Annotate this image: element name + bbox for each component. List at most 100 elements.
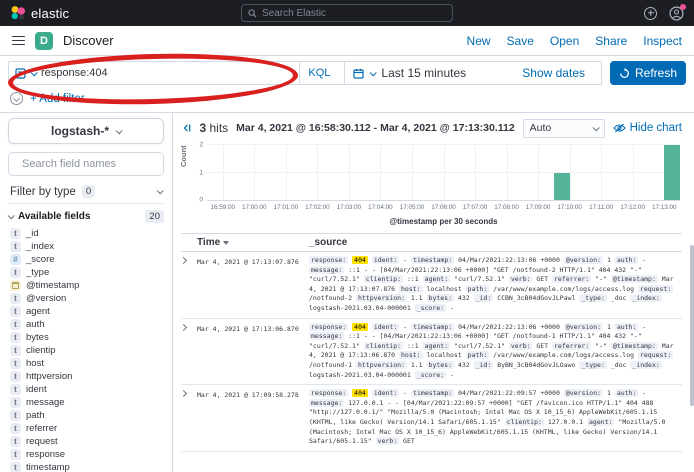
- source-field-name: agent:: [587, 418, 614, 426]
- x-tick-label: 17:13:00: [652, 204, 677, 211]
- expand-row-button[interactable]: [181, 389, 197, 447]
- app-actions: New Save Open Share Inspect: [467, 34, 682, 48]
- field-type-icon: t: [10, 462, 21, 472]
- chart-plot-area[interactable]: 012: [207, 145, 680, 201]
- sidebar: logstash-* Filter by type 0 Available fi…: [0, 113, 173, 472]
- field-name: timestamp: [26, 462, 70, 472]
- page-title: Discover: [63, 33, 114, 48]
- query-language-button[interactable]: KQL: [299, 62, 338, 84]
- open-button[interactable]: Open: [550, 34, 579, 48]
- source-field-value: "curl/7.52.1": [454, 275, 505, 283]
- sidebar-field-item[interactable]: t referrer: [8, 422, 164, 435]
- sidebar-field-item[interactable]: t auth: [8, 318, 164, 331]
- show-dates-link[interactable]: Show dates: [514, 66, 593, 80]
- source-field-name: _id:: [474, 294, 494, 302]
- sidebar-field-item[interactable]: # _score: [8, 253, 164, 266]
- source-field-value: CCBN_3cB04dGovJLPawl: [497, 294, 575, 302]
- sidebar-field-item[interactable]: t response: [8, 448, 164, 461]
- chevron-down-icon: [157, 187, 164, 194]
- source-field-value: /var/www/example.com/logs/access.log: [493, 285, 634, 293]
- index-pattern-select[interactable]: logstash-*: [8, 118, 164, 144]
- scrollbar-thumb[interactable]: [690, 245, 694, 406]
- sidebar-field-item[interactable]: t timestamp: [8, 461, 164, 472]
- sidebar-field-item[interactable]: t request: [8, 435, 164, 448]
- row-source-cell: response: 404 ident: - timestamp: 04/Mar…: [309, 256, 682, 314]
- histogram-chart[interactable]: Count 012 16:59:0017:00:0017:01:0017:02:…: [181, 143, 682, 231]
- sidebar-field-item[interactable]: t httpversion: [8, 370, 164, 383]
- inspect-button[interactable]: Inspect: [643, 34, 682, 48]
- chevron-down-icon[interactable]: [370, 69, 377, 76]
- menu-icon[interactable]: [12, 36, 25, 46]
- source-field-value: -: [403, 256, 407, 264]
- sidebar-field-item[interactable]: t @version: [8, 292, 164, 305]
- table-row[interactable]: Mar 4, 2021 @ 17:09:58.278 response: 404…: [181, 385, 682, 452]
- user-avatar[interactable]: [669, 6, 684, 21]
- x-tick-label: 17:08:00: [494, 204, 519, 211]
- row-source-cell: response: 404 ident: - timestamp: 04/Mar…: [309, 389, 682, 447]
- global-search-input[interactable]: [262, 8, 446, 19]
- chart-gridline: [475, 145, 476, 200]
- sidebar-field-item[interactable]: t host: [8, 357, 164, 370]
- highlighted-value: 404: [352, 256, 368, 264]
- y-tick-label: 0: [199, 197, 203, 204]
- interval-select[interactable]: Auto: [523, 119, 605, 138]
- global-search-box[interactable]: [241, 4, 453, 22]
- filter-by-type[interactable]: Filter by type 0: [8, 184, 164, 204]
- sidebar-field-item[interactable]: t agent: [8, 305, 164, 318]
- refresh-button[interactable]: Refresh: [610, 61, 686, 85]
- expand-row-button[interactable]: [181, 256, 197, 314]
- query-menu-icon[interactable]: [15, 68, 26, 79]
- new-button[interactable]: New: [467, 34, 491, 48]
- source-field-value: "curl/7.52.1": [454, 342, 505, 350]
- source-field-value: 1.1: [411, 361, 423, 369]
- calendar-icon[interactable]: [353, 68, 364, 79]
- sidebar-field-item[interactable]: t bytes: [8, 331, 164, 344]
- source-field-name: response:: [309, 389, 348, 397]
- time-range-value[interactable]: Last 15 minutes: [381, 66, 466, 80]
- source-field-value: GET: [536, 342, 548, 350]
- time-column-header[interactable]: Time: [197, 237, 309, 248]
- collapse-sidebar-icon[interactable]: [181, 122, 191, 134]
- space-badge[interactable]: D: [35, 32, 53, 50]
- source-field-name: _index:: [630, 361, 661, 369]
- source-field-value: 1: [607, 256, 611, 264]
- source-field-name: request:: [638, 285, 673, 293]
- field-type-icon: t: [10, 228, 21, 239]
- table-row[interactable]: Mar 4, 2021 @ 17:13:07.876 response: 404…: [181, 252, 682, 319]
- sidebar-field-item[interactable]: t _id: [8, 227, 164, 240]
- table-row[interactable]: Mar 4, 2021 @ 17:13:06.870 response: 404…: [181, 319, 682, 386]
- sidebar-field-item[interactable]: t ident: [8, 383, 164, 396]
- field-name: @version: [26, 293, 66, 304]
- source-field-value: ByBN_3cB04dGovJLOawo: [497, 361, 575, 369]
- source-field-value: logstash-2021.03.04-000001: [309, 371, 411, 379]
- field-search-box[interactable]: [8, 152, 164, 176]
- saved-query-icon[interactable]: [10, 92, 23, 105]
- field-list: t _id t _index # _score t _type @timesta…: [8, 227, 164, 472]
- source-field-name: timestamp:: [411, 256, 454, 264]
- hide-chart-button[interactable]: Hide chart: [613, 122, 682, 134]
- sidebar-field-item[interactable]: t message: [8, 396, 164, 409]
- global-header: elastic: [0, 0, 694, 26]
- sidebar-field-item[interactable]: t _index: [8, 240, 164, 253]
- scrollbar: [689, 113, 694, 472]
- elastic-logo[interactable]: elastic: [10, 5, 69, 21]
- sidebar-field-item[interactable]: t clientip: [8, 344, 164, 357]
- share-button[interactable]: Share: [595, 34, 627, 48]
- add-filter-button[interactable]: + Add filter: [30, 93, 85, 105]
- query-input[interactable]: [41, 67, 294, 79]
- expand-row-button[interactable]: [181, 323, 197, 381]
- help-icon[interactable]: [644, 7, 657, 20]
- sidebar-field-item[interactable]: t _type: [8, 266, 164, 279]
- available-fields-header[interactable]: Available fields 20: [8, 208, 164, 224]
- sidebar-field-item[interactable]: t path: [8, 409, 164, 422]
- source-field-name: referrer:: [552, 342, 591, 350]
- x-tick-label: 17:09:00: [526, 204, 551, 211]
- refresh-label: Refresh: [635, 66, 677, 80]
- source-field-name: timestamp:: [411, 389, 454, 397]
- sidebar-field-item[interactable]: @timestamp: [8, 279, 164, 292]
- save-button[interactable]: Save: [507, 34, 534, 48]
- field-search-input[interactable]: [22, 158, 164, 170]
- field-name: ident: [26, 384, 47, 395]
- chevron-down-icon[interactable]: [31, 69, 38, 76]
- histogram-bar: [554, 173, 570, 201]
